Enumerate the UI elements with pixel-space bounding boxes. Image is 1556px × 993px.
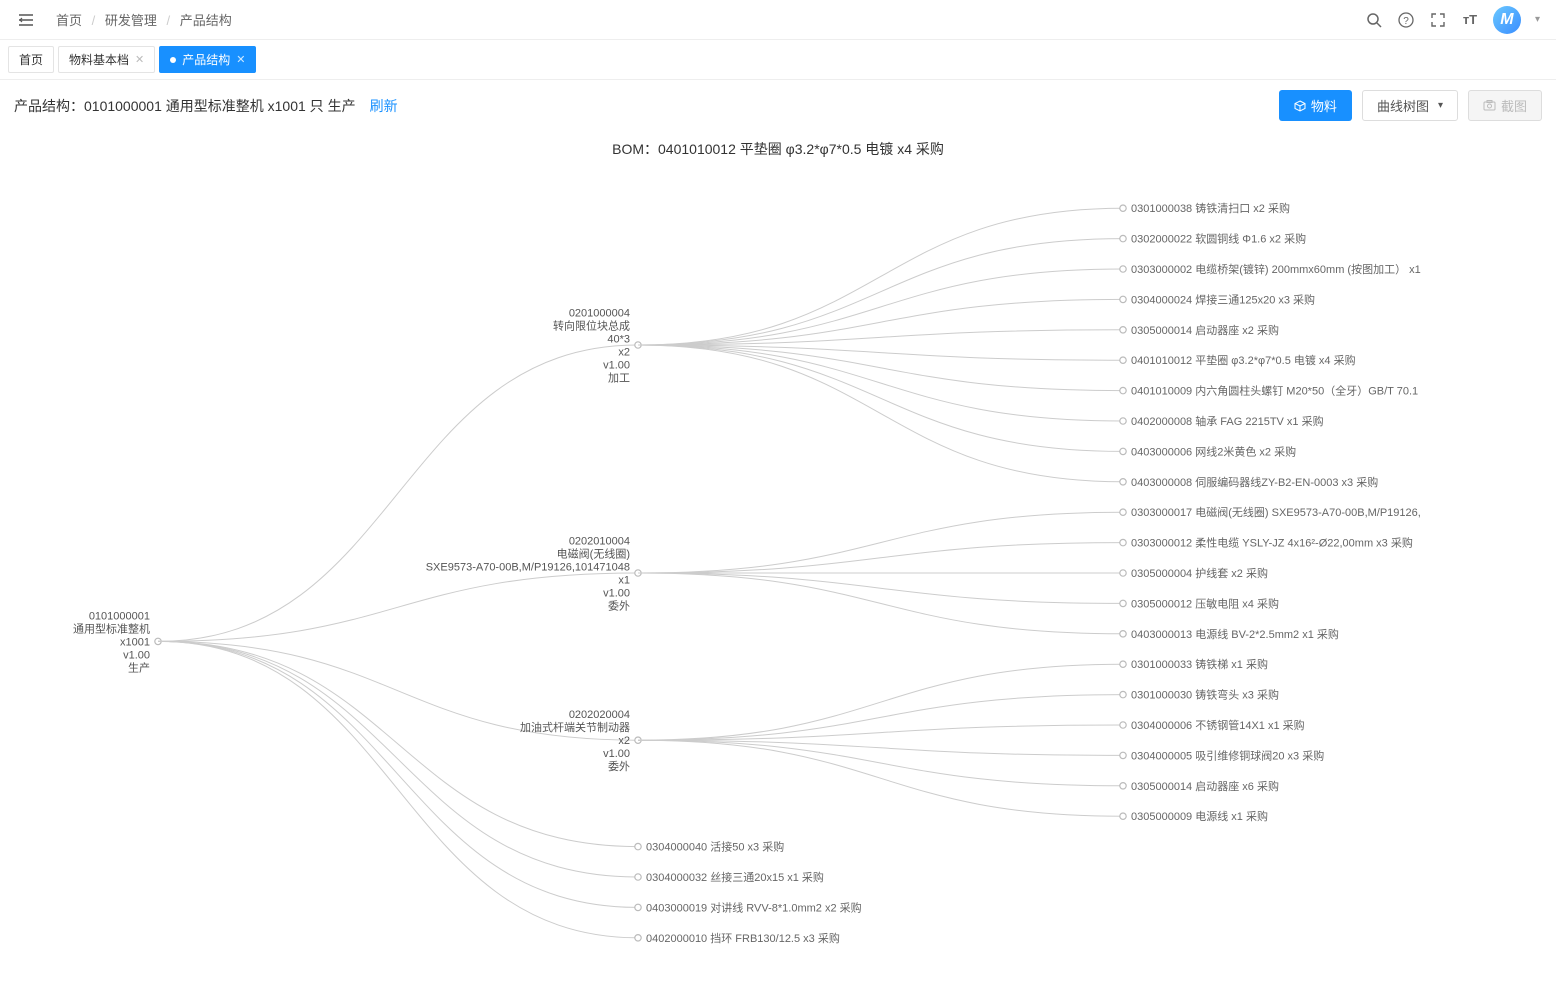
material-button[interactable]: 物料 <box>1279 90 1352 121</box>
svg-text:0403000006 网线2米黄色 x2 采购: 0403000006 网线2米黄色 x2 采购 <box>1131 444 1296 458</box>
svg-text:v1.00: v1.00 <box>603 588 630 600</box>
svg-text:?: ? <box>1403 16 1409 27</box>
svg-text:0305000012 压敏电阻 x4 采购: 0305000012 压敏电阻 x4 采购 <box>1131 596 1279 610</box>
svg-text:40*3: 40*3 <box>607 334 630 346</box>
svg-text:0305000014 启动器座 x2 采购: 0305000014 启动器座 x2 采购 <box>1131 323 1279 337</box>
svg-text:x2: x2 <box>618 347 630 359</box>
svg-text:0303000002 电缆桥架(镀锌) 200mmx60mm: 0303000002 电缆桥架(镀锌) 200mmx60mm (按图加工） x1 <box>1131 262 1421 276</box>
svg-text:0301000038 铸铁清扫口 x2 采购: 0301000038 铸铁清扫口 x2 采购 <box>1131 201 1290 215</box>
svg-text:0301000033 铸铁梯 x1 采购: 0301000033 铸铁梯 x1 采购 <box>1131 657 1268 671</box>
svg-text:0304000040 活接50 x3 采购: 0304000040 活接50 x3 采购 <box>646 840 784 854</box>
svg-text:0402000008 轴承 FAG 2215TV x1 采购: 0402000008 轴承 FAG 2215TV x1 采购 <box>1131 414 1324 428</box>
bom-title: BOM：0401010012 平垫圈 φ3.2*φ7*0.5 电镀 x4 采购 <box>10 131 1546 163</box>
svg-text:0304000032 丝接三通20x15 x1 采购: 0304000032 丝接三通20x15 x1 采购 <box>646 870 824 884</box>
svg-text:加油式杆端关节制动器: 加油式杆端关节制动器 <box>520 720 630 734</box>
svg-text:0202020004: 0202020004 <box>569 709 630 721</box>
svg-text:v1.00: v1.00 <box>603 360 630 372</box>
svg-text:加工: 加工 <box>608 372 630 385</box>
svg-text:0201000004: 0201000004 <box>569 308 630 320</box>
svg-text:0402000010 挡环 FRB130/12.5 x3 采: 0402000010 挡环 FRB130/12.5 x3 采购 <box>646 931 840 945</box>
tab-home[interactable]: 首页 <box>8 46 54 73</box>
breadcrumb: 首页 / 研发管理 / 产品结构 <box>56 10 232 29</box>
svg-text:0101000001: 0101000001 <box>89 610 150 622</box>
page-title: 产品结构：0101000001 通用型标准整机 x1001 只 生产 <box>14 96 356 116</box>
tree-canvas: BOM：0401010012 平垫圈 φ3.2*φ7*0.5 电镀 x4 采购 … <box>10 131 1546 983</box>
help-icon[interactable]: ? <box>1397 11 1415 29</box>
topbar: 首页 / 研发管理 / 产品结构 ? тT M ▾ <box>0 0 1556 40</box>
svg-text:v1.00: v1.00 <box>123 649 150 661</box>
top-right: ? тT M ▾ <box>1365 6 1540 34</box>
svg-text:通用型标准整机: 通用型标准整机 <box>73 621 150 635</box>
close-icon[interactable]: ✕ <box>135 53 144 66</box>
svg-text:0403000019 对讲线 RVV-8*1.0mm2 x: 0403000019 对讲线 RVV-8*1.0mm2 x2 采购 <box>646 900 862 914</box>
svg-text:0401010009 内六角圆柱头螺钉 M20*50（全牙）: 0401010009 内六角圆柱头螺钉 M20*50（全牙）GB/T 70.1 <box>1131 384 1418 398</box>
fullscreen-icon[interactable] <box>1429 11 1447 29</box>
svg-text:0403000008 伺服编码器线ZY-B2-EN-0003: 0403000008 伺服编码器线ZY-B2-EN-0003 x3 采购 <box>1131 475 1378 489</box>
svg-text:0304000024 焊接三通125x20 x3 采购: 0304000024 焊接三通125x20 x3 采购 <box>1131 292 1315 306</box>
svg-text:0401010012 平垫圈 φ3.2*φ7*0.5 电镀: 0401010012 平垫圈 φ3.2*φ7*0.5 电镀 x4 采购 <box>1131 353 1356 367</box>
svg-text:v1.00: v1.00 <box>603 748 630 760</box>
cube-icon <box>1294 100 1306 112</box>
camera-icon <box>1483 99 1496 112</box>
menu-toggle-icon[interactable] <box>16 10 36 30</box>
svg-text:0303000017 电磁阀(无线圈) SXE9573-A7: 0303000017 电磁阀(无线圈) SXE9573-A70-00B,M/P1… <box>1131 505 1421 519</box>
svg-text:0304000006 不锈钢管14X1 x1 采购: 0304000006 不锈钢管14X1 x1 采购 <box>1131 718 1305 732</box>
svg-text:0305000004 护线套 x2 采购: 0305000004 护线套 x2 采购 <box>1131 566 1268 580</box>
breadcrumb-home[interactable]: 首页 <box>56 13 82 28</box>
svg-text:x1: x1 <box>618 575 630 587</box>
avatar-caret-icon[interactable]: ▾ <box>1535 14 1540 25</box>
svg-text:0304000005 吸引维修铜球阀20 x3 采购: 0304000005 吸引维修铜球阀20 x3 采购 <box>1131 748 1324 762</box>
page-header: 产品结构：0101000001 通用型标准整机 x1001 只 生产 刷新 物料… <box>0 80 1556 131</box>
svg-text:0202010004: 0202010004 <box>569 536 630 548</box>
search-icon[interactable] <box>1365 11 1383 29</box>
svg-text:转向限位块总成: 转向限位块总成 <box>553 319 630 333</box>
svg-text:x2: x2 <box>618 735 630 747</box>
svg-text:委外: 委外 <box>608 600 630 613</box>
tab-material[interactable]: 物料基本档✕ <box>58 46 155 73</box>
svg-text:生产: 生产 <box>128 660 150 674</box>
svg-text:SXE9573-A70-00B,M/P19126,10147: SXE9573-A70-00B,M/P19126,101471048 <box>426 562 630 574</box>
svg-text:0302000022 软圆铜线 Φ1.6 x2 采购: 0302000022 软圆铜线 Φ1.6 x2 采购 <box>1131 232 1306 246</box>
svg-text:0305000014 启动器座 x6 采购: 0305000014 启动器座 x6 采购 <box>1131 779 1279 793</box>
tab-product-structure[interactable]: 产品结构✕ <box>159 46 256 73</box>
svg-text:0403000013 电源线 BV-2*2.5mm2 x1: 0403000013 电源线 BV-2*2.5mm2 x1 采购 <box>1131 627 1339 641</box>
breadcrumb-cat[interactable]: 研发管理 <box>105 13 157 28</box>
chevron-down-icon: ▾ <box>1438 100 1443 111</box>
font-size-icon[interactable]: тT <box>1461 11 1479 29</box>
svg-text:x1001: x1001 <box>120 636 150 648</box>
breadcrumb-page: 产品结构 <box>180 13 232 28</box>
screenshot-button[interactable]: 截图 <box>1468 90 1542 121</box>
svg-text:0301000030 铸铁弯头 x3 采购: 0301000030 铸铁弯头 x3 采购 <box>1131 688 1279 702</box>
tabs: 首页 物料基本档✕ 产品结构✕ <box>0 40 1556 80</box>
svg-text:委外: 委外 <box>608 760 630 773</box>
active-dot-icon <box>170 57 176 63</box>
avatar[interactable]: M <box>1493 6 1521 34</box>
close-icon[interactable]: ✕ <box>236 53 245 66</box>
refresh-link[interactable]: 刷新 <box>370 96 398 116</box>
svg-text:0303000012 柔性电缆 YSLY-JZ 4x16²-: 0303000012 柔性电缆 YSLY-JZ 4x16²-Ø22,00mm x… <box>1131 536 1413 550</box>
svg-text:0305000009 电源线 x1 采购: 0305000009 电源线 x1 采购 <box>1131 809 1268 823</box>
tree-diagram[interactable]: 0101000001通用型标准整机x1001v1.00生产0201000004转… <box>10 163 1546 983</box>
svg-text:电磁阀(无线圈): 电磁阀(无线圈) <box>557 547 630 561</box>
view-select[interactable]: 曲线树图▾ <box>1362 90 1458 121</box>
